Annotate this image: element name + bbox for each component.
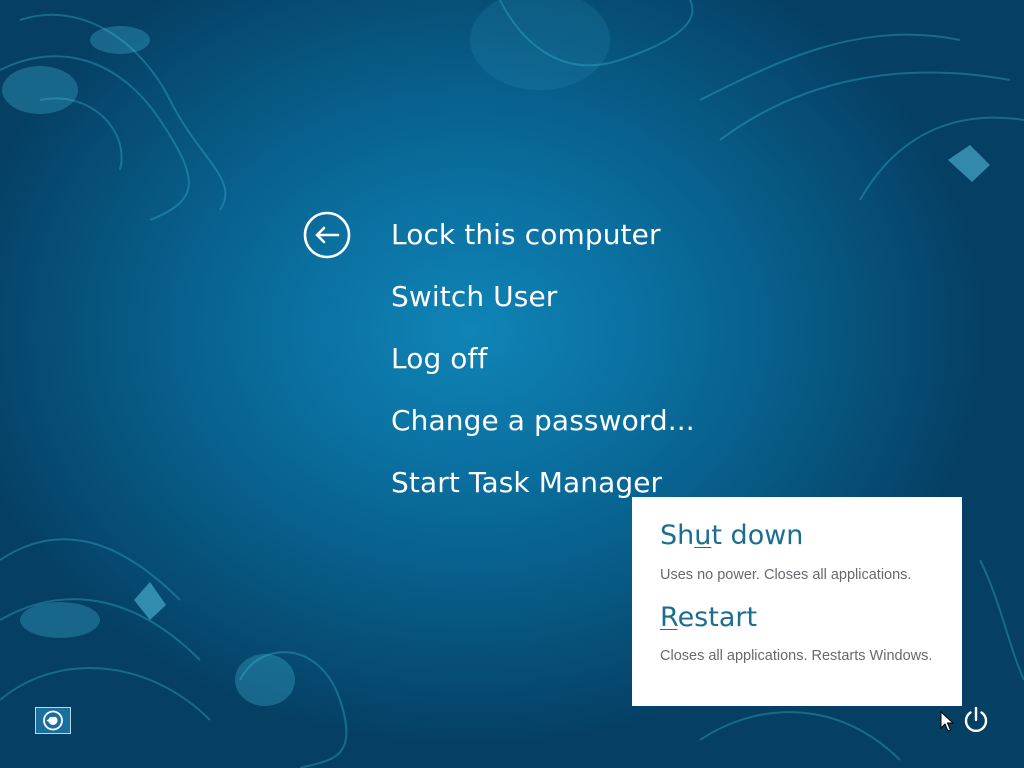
switch-user-option[interactable]: Switch User [391, 274, 695, 336]
back-button[interactable] [303, 211, 351, 259]
change-password-option[interactable]: Change a password... [391, 398, 695, 460]
power-button[interactable] [962, 706, 990, 734]
shut-down-access-key: u [694, 520, 712, 551]
shut-down-label: Shut down [660, 520, 804, 551]
secure-desktop: Lock this computer Switch User Log off C… [0, 0, 1024, 768]
ctrl-alt-del-options: Lock this computer Switch User Log off C… [391, 212, 695, 522]
lock-computer-option[interactable]: Lock this computer [391, 212, 695, 274]
restart-label: Restart [660, 602, 758, 633]
ease-of-access-button[interactable] [35, 707, 71, 734]
back-arrow-icon [303, 211, 351, 259]
mouse-cursor-icon [940, 711, 954, 732]
shut-down-option[interactable]: Shut down Uses no power. Closes all appl… [660, 520, 945, 586]
restart-option[interactable]: Restart Closes all applications. Restart… [660, 602, 945, 667]
power-icon [964, 706, 988, 733]
restart-description: Closes all applications. Restarts Window… [660, 648, 933, 664]
power-options-popup: Shut down Uses no power. Closes all appl… [632, 497, 962, 706]
log-off-option[interactable]: Log off [391, 336, 695, 398]
ease-of-access-icon [43, 710, 63, 731]
restart-access-key: R [660, 602, 678, 633]
shut-down-description: Uses no power. Closes all applications. [660, 567, 912, 583]
